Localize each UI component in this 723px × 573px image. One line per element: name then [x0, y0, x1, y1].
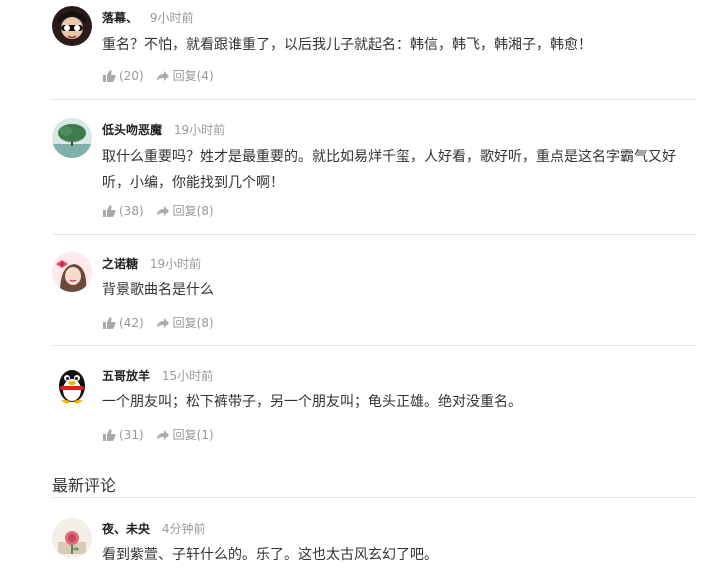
like-count: (42) — [119, 315, 144, 330]
user-avatar[interactable] — [52, 6, 92, 46]
reply-count: 回复(8) — [172, 204, 214, 218]
thumbs-up-icon — [103, 69, 116, 82]
like-count: (31) — [119, 427, 144, 442]
divider — [52, 345, 696, 346]
thumbs-up-icon — [103, 316, 116, 329]
reply-button[interactable]: 回复(1) — [156, 426, 214, 443]
comment-text: 看到紫萱、子轩什么的。乐了。这也太古风玄幻了吧。 — [102, 547, 438, 563]
girl-with-bow-avatar-icon — [52, 252, 92, 292]
username[interactable]: 低头吻恶魔 — [102, 123, 162, 137]
tree-landscape-avatar-icon — [52, 118, 92, 158]
user-avatar[interactable] — [52, 364, 92, 404]
like-button[interactable]: (38) — [102, 204, 144, 218]
reply-button[interactable]: 回复(8) — [156, 202, 214, 219]
timestamp: 15小时前 — [161, 369, 214, 383]
reply-arrow-icon — [156, 429, 169, 440]
timestamp: 19小时前 — [149, 257, 202, 271]
user-avatar[interactable] — [52, 252, 92, 292]
comment-text: 背景歌曲名是什么 — [102, 282, 214, 298]
reply-count: 回复(8) — [172, 316, 214, 330]
like-count: (38) — [119, 203, 144, 218]
divider — [52, 234, 696, 235]
comment-text: 取什么重要吗？姓才是最重要的。就比如易烊千玺，人好看，歌好听，重点是这名字霸气又… — [102, 149, 676, 191]
reply-arrow-icon — [156, 205, 169, 216]
reply-count: 回复(4) — [172, 69, 214, 83]
like-count: (20) — [119, 68, 144, 83]
like-button[interactable]: (42) — [102, 316, 144, 330]
rose-avatar-icon — [52, 518, 92, 558]
like-button[interactable]: (31) — [102, 428, 144, 442]
reply-button[interactable]: 回复(4) — [156, 67, 214, 84]
username[interactable]: 落幕、 — [102, 11, 138, 25]
thumbs-up-icon — [103, 428, 116, 441]
divider — [52, 497, 696, 498]
timestamp: 9小时前 — [149, 11, 194, 25]
comment-text: 一个朋友叫；松下裤带子，另一个朋友叫；龟头正雄。绝对没重名。 — [102, 394, 522, 410]
timestamp: 19小时前 — [173, 123, 226, 137]
timestamp: 4分钟前 — [161, 522, 206, 536]
username[interactable]: 夜、未央 — [102, 522, 150, 536]
username[interactable]: 之诺糖 — [102, 257, 138, 271]
reply-arrow-icon — [156, 317, 169, 328]
username[interactable]: 五哥放羊 — [102, 369, 150, 383]
qq-penguin-avatar-icon — [52, 364, 92, 404]
user-avatar[interactable] — [52, 118, 92, 158]
thumbs-up-icon — [103, 204, 116, 217]
reply-arrow-icon — [156, 70, 169, 81]
latest-comments-heading: 最新评论 — [52, 476, 117, 495]
reply-count: 回复(1) — [172, 428, 214, 442]
like-button[interactable]: (20) — [102, 69, 144, 83]
comment-text: 重名？不怕，就看跟谁重了，以后我儿子就起名：韩信，韩飞，韩湘子，韩愈！ — [102, 37, 592, 53]
user-avatar[interactable] — [52, 518, 92, 558]
divider — [52, 99, 696, 100]
dark-cartoon-avatar-icon — [52, 6, 92, 46]
reply-button[interactable]: 回复(8) — [156, 314, 214, 331]
